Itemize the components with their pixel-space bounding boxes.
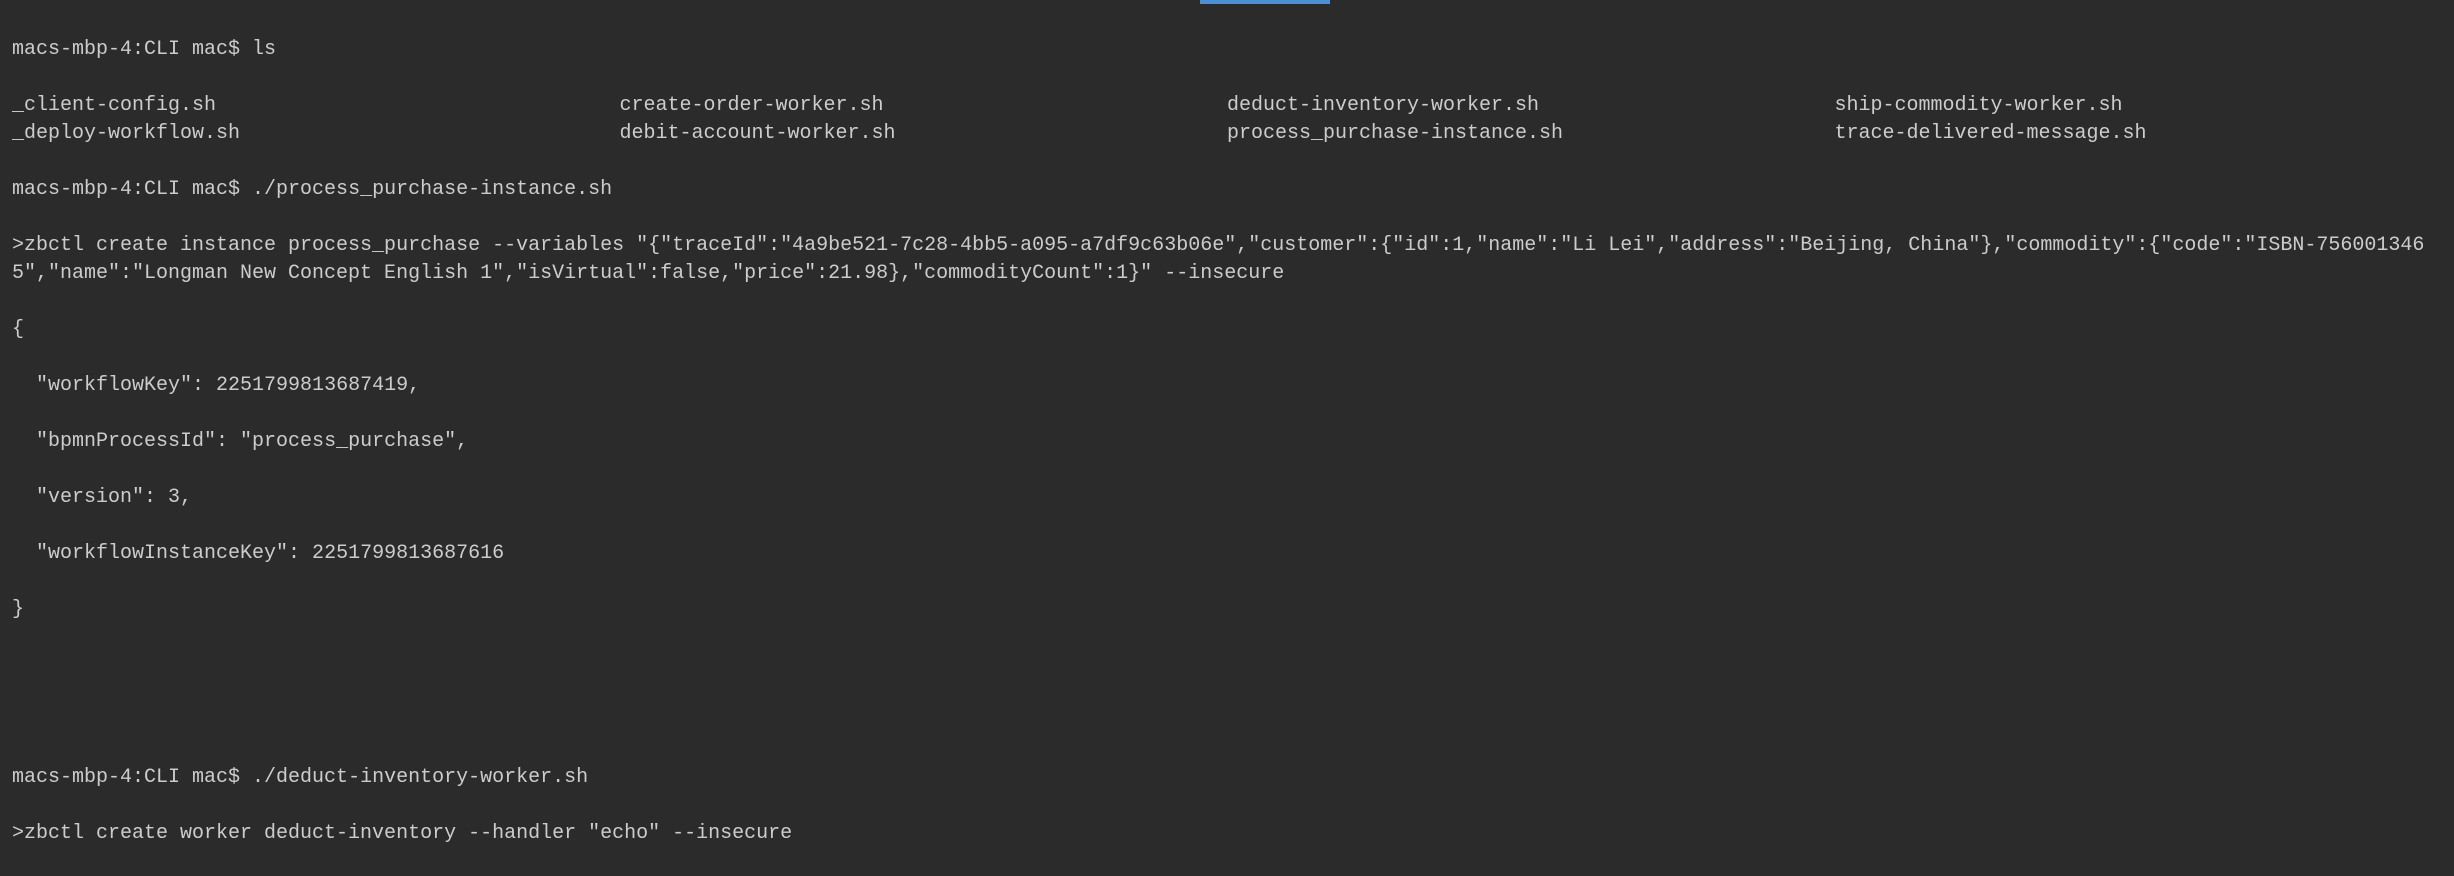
- ls-file: trace-delivered-message.sh: [1835, 120, 2443, 148]
- blank-line: [12, 652, 2442, 680]
- json-output-line: "bpmnProcessId": "process_purchase",: [12, 428, 2442, 456]
- zbctl-create-worker-command: >zbctl create worker deduct-inventory --…: [12, 820, 2442, 848]
- command-ls: ls: [252, 38, 276, 61]
- shell-prompt: macs-mbp-4:CLI mac$: [12, 178, 252, 201]
- tab-indicator: [1200, 0, 1330, 4]
- ls-output: _client-config.sh create-order-worker.sh…: [12, 92, 2442, 148]
- json-output-line: "workflowKey": 2251799813687419,: [12, 372, 2442, 400]
- ls-file: process_purchase-instance.sh: [1227, 120, 1835, 148]
- json-output-close: }: [12, 596, 2442, 624]
- ls-file: _deploy-workflow.sh: [12, 120, 620, 148]
- blank-line: [12, 708, 2442, 736]
- ls-file: deduct-inventory-worker.sh: [1227, 92, 1835, 120]
- json-output-open: {: [12, 316, 2442, 344]
- command-script1: ./process_purchase-instance.sh: [252, 178, 612, 201]
- ls-file: _client-config.sh: [12, 92, 620, 120]
- ls-file: debit-account-worker.sh: [620, 120, 1228, 148]
- json-output-line: "workflowInstanceKey": 2251799813687616: [12, 540, 2442, 568]
- zbctl-create-instance-command: >zbctl create instance process_purchase …: [12, 232, 2442, 288]
- ls-file: create-order-worker.sh: [620, 92, 1228, 120]
- shell-prompt: macs-mbp-4:CLI mac$: [12, 766, 252, 789]
- command-script2: ./deduct-inventory-worker.sh: [252, 766, 588, 789]
- ls-file: ship-commodity-worker.sh: [1835, 92, 2443, 120]
- json-output-line: "version": 3,: [12, 484, 2442, 512]
- shell-prompt: macs-mbp-4:CLI mac$: [12, 38, 252, 61]
- terminal-output[interactable]: macs-mbp-4:CLI mac$ ls _client-config.sh…: [12, 8, 2442, 876]
